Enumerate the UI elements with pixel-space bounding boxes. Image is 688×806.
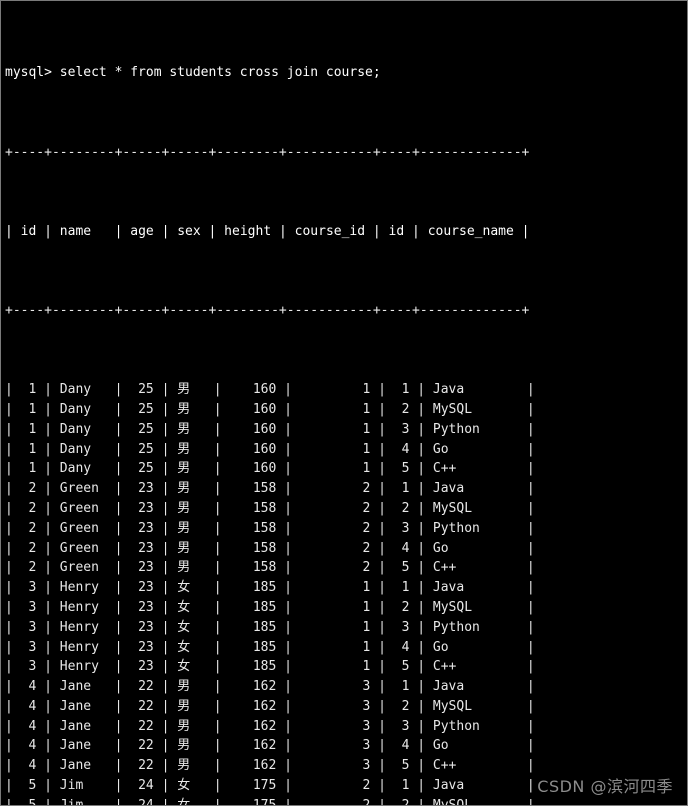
terminal-window[interactable]: mysql> select * from students cross join…: [0, 0, 688, 806]
cell-sex-value: 男: [177, 560, 191, 576]
command-prompt-line: mysql> select * from students cross join…: [5, 65, 381, 81]
cell-sex-value: 女: [177, 619, 191, 635]
table-body: | 1 | Dany | 25 | 男 | 160 | 1 | 1 | Java…: [5, 380, 687, 806]
cell-sex-value: 女: [177, 580, 191, 596]
table-row: | 3 | Henry | 23 | 女 | 185 | 1 | 3 | Pyt…: [5, 619, 535, 635]
cell-sex-value: 男: [177, 679, 191, 695]
table-row: | 1 | Dany | 25 | 男 | 160 | 1 | 1 | Java…: [5, 382, 535, 398]
cell-sex-value: 男: [177, 382, 191, 398]
cell-sex-value: 女: [177, 639, 191, 655]
terminal-screen: mysql> select * from students cross join…: [1, 1, 687, 806]
cell-sex-value: 男: [177, 698, 191, 714]
table-row: | 2 | Green | 23 | 男 | 158 | 2 | 3 | Pyt…: [5, 520, 535, 536]
table-row: | 1 | Dany | 25 | 男 | 160 | 1 | 4 | Go |: [5, 441, 535, 457]
table-row: | 3 | Henry | 23 | 女 | 185 | 1 | 4 | Go …: [5, 639, 535, 655]
table-rule-top: +----+--------+-----+-----+--------+----…: [5, 144, 530, 160]
cell-sex-value: 男: [177, 758, 191, 774]
table-row: | 1 | Dany | 25 | 男 | 160 | 1 | 3 | Pyth…: [5, 421, 535, 437]
table-row: | 1 | Dany | 25 | 男 | 160 | 1 | 2 | MySQ…: [5, 401, 535, 417]
cell-sex-value: 男: [177, 461, 191, 477]
cell-sex-value: 女: [177, 778, 191, 794]
cell-sex-value: 男: [177, 738, 191, 754]
cell-sex-value: 女: [177, 659, 191, 675]
table-row: | 2 | Green | 23 | 男 | 158 | 2 | 1 | Jav…: [5, 481, 535, 497]
cell-sex-value: 女: [177, 797, 191, 806]
cell-sex-value: 男: [177, 421, 191, 437]
table-header-row: | id | name | age | sex | height | cours…: [5, 223, 530, 239]
table-row: | 2 | Green | 23 | 男 | 158 | 2 | 5 | C++…: [5, 560, 535, 576]
cell-sex-value: 女: [177, 599, 191, 615]
table-row: | 2 | Green | 23 | 男 | 158 | 2 | 2 | MyS…: [5, 500, 535, 516]
cell-sex-value: 男: [177, 520, 191, 536]
cell-sex-value: 男: [177, 481, 191, 497]
table-row: | 4 | Jane | 22 | 男 | 162 | 3 | 1 | Java…: [5, 679, 535, 695]
table-row: | 2 | Green | 23 | 男 | 158 | 2 | 4 | Go …: [5, 540, 535, 556]
table-row: | 3 | Henry | 23 | 女 | 185 | 1 | 5 | C++…: [5, 659, 535, 675]
table-row: | 3 | Henry | 23 | 女 | 185 | 1 | 2 | MyS…: [5, 599, 535, 615]
cell-sex-value: 男: [177, 540, 191, 556]
csdn-watermark: CSDN @滨河四季: [537, 777, 673, 797]
cell-sex-value: 男: [177, 718, 191, 734]
cell-sex-value: 男: [177, 401, 191, 417]
cell-sex-value: 男: [177, 500, 191, 516]
table-row: | 4 | Jane | 22 | 男 | 162 | 3 | 5 | C++ …: [5, 758, 535, 774]
table-row: | 4 | Jane | 22 | 男 | 162 | 3 | 3 | Pyth…: [5, 718, 535, 734]
cell-sex-value: 男: [177, 441, 191, 457]
table-row: | 4 | Jane | 22 | 男 | 162 | 3 | 4 | Go |: [5, 738, 535, 754]
table-row: | 1 | Dany | 25 | 男 | 160 | 1 | 5 | C++ …: [5, 461, 535, 477]
table-rule-header: +----+--------+-----+-----+--------+----…: [5, 302, 530, 318]
table-row: | 4 | Jane | 22 | 男 | 162 | 3 | 2 | MySQ…: [5, 698, 535, 714]
table-row: | 5 | Jim | 24 | 女 | 175 | 2 | 2 | MySQL…: [5, 796, 687, 806]
table-row: | 3 | Henry | 23 | 女 | 185 | 1 | 1 | Jav…: [5, 580, 535, 596]
